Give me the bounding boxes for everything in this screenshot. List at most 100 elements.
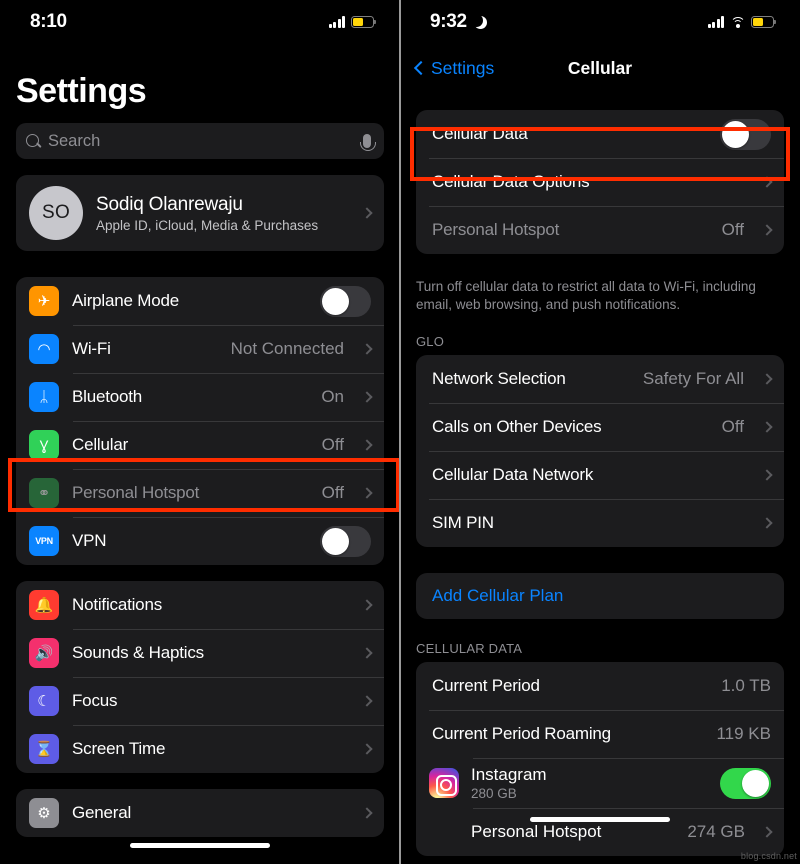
settings-row-general[interactable]: ⚙ General <box>16 789 384 837</box>
row-label: Personal Hotspot <box>432 220 560 239</box>
row-label: SIM PIN <box>432 513 494 533</box>
row-label: Notifications <box>72 595 162 614</box>
speaker-icon: 🔊 <box>29 638 59 668</box>
row-value: 274 GB <box>687 822 745 842</box>
settings-row-cellular-data[interactable]: Cellular Data <box>416 110 784 158</box>
settings-row-notifications[interactable]: 🔔 Notifications <box>16 581 384 629</box>
navigation-bar: Settings Cellular <box>400 44 800 92</box>
back-button[interactable]: Settings <box>413 57 495 79</box>
chevron-right-icon <box>361 599 373 611</box>
row-value: Off <box>321 483 344 502</box>
row-label: Current Period Roaming <box>432 724 611 744</box>
chevron-right-icon <box>761 224 773 236</box>
toggle-switch[interactable] <box>320 525 371 557</box>
avatar: SO <box>29 186 83 240</box>
chevron-right-icon <box>361 439 373 451</box>
settings-row-personal-hotspot[interactable]: ⚭ Personal Hotspot Off <box>16 469 384 517</box>
home-indicator <box>530 817 670 822</box>
vpn-icon: VPN <box>29 526 59 556</box>
chevron-right-icon <box>761 176 773 188</box>
wifi-icon: ◠ <box>29 334 59 364</box>
row-label: Cellular Data Network <box>432 465 594 485</box>
cellular-data-section-header: CELLULAR DATA <box>416 641 523 657</box>
settings-row-wi-fi[interactable]: ◠ Wi-Fi Not Connected <box>16 325 384 373</box>
app-data-row[interactable]: Personal Hotspot 274 GB <box>416 808 784 856</box>
app-name: Instagram <box>471 765 547 785</box>
status-bar-left: 8:10 <box>0 0 400 44</box>
settings-row-network-selection[interactable]: Network Selection Safety For All <box>416 355 784 403</box>
row-label: Airplane Mode <box>72 291 180 310</box>
wifi-icon <box>730 16 745 28</box>
moon-icon: ☾ <box>29 686 59 716</box>
row-label: Personal Hotspot <box>72 483 200 502</box>
watermark: blog.csdn.net <box>740 851 797 861</box>
add-cellular-plan-button[interactable]: Add Cellular Plan <box>416 573 784 619</box>
row-label: Cellular <box>72 435 129 454</box>
settings-row-vpn[interactable]: VPN VPN <box>16 517 384 565</box>
hourglass-icon: ⌛ <box>29 734 59 764</box>
row-label: Network Selection <box>432 369 566 389</box>
status-bar-right: 9:32 <box>400 0 800 44</box>
crescent-moon-icon <box>469 13 487 29</box>
row-label: Screen Time <box>72 739 166 758</box>
chevron-right-icon <box>761 421 773 434</box>
chevron-right-icon <box>361 695 373 707</box>
app-data-row[interactable]: Instagram 280 GB <box>416 758 784 808</box>
hotspot-icon: ⚭ <box>29 478 59 508</box>
profile-subtitle: Apple ID, iCloud, Media & Purchases <box>96 217 319 233</box>
row-value: Off <box>321 435 344 454</box>
connectivity-group: ✈ Airplane Mode ◠ Wi-Fi Not Connected ᛦ Blueto… <box>16 277 384 565</box>
settings-row-cellular[interactable]: Ɣ Cellular Off <box>16 421 384 469</box>
page-title: Settings <box>16 72 147 110</box>
row-label: Wi-Fi <box>72 339 111 358</box>
row-label: Calls on Other Devices <box>432 417 602 437</box>
chevron-right-icon <box>361 207 373 219</box>
search-input[interactable]: Search <box>16 123 384 159</box>
toggle-switch[interactable] <box>320 285 371 317</box>
row-value: Off <box>721 417 744 437</box>
chevron-right-icon <box>761 469 773 482</box>
apple-id-card[interactable]: SO Sodiq Olanrewaju Apple ID, iCloud, Me… <box>16 175 384 251</box>
general-group-partial: ⚙ General <box>16 789 384 837</box>
status-time: 8:10 <box>30 11 67 32</box>
settings-row-bluetooth[interactable]: ᛦ Bluetooth On <box>16 373 384 421</box>
toggle-switch[interactable] <box>720 118 771 150</box>
chevron-right-icon <box>361 647 373 659</box>
dual-phone-screenshot: 8:10 Settings Search SO Sodiq Olanrewaju… <box>0 0 800 864</box>
row-label: Bluetooth <box>72 387 143 406</box>
back-button-label: Settings <box>431 57 495 78</box>
cellular-signal-icon <box>328 16 345 28</box>
settings-row-personal-hotspot[interactable]: Personal Hotspot Off <box>416 206 784 254</box>
settings-row-calls-on-other-devices[interactable]: Calls on Other Devices Off <box>416 403 784 451</box>
status-time: 9:32 <box>430 11 467 32</box>
row-value: 119 KB <box>716 724 771 744</box>
bell-icon: 🔔 <box>29 590 59 620</box>
bluetooth-icon: ᛦ <box>29 382 59 412</box>
app-name: Personal Hotspot <box>471 822 602 842</box>
settings-row-sounds-haptics[interactable]: 🔊 Sounds & Haptics <box>16 629 384 677</box>
gear-icon: ⚙ <box>29 798 59 828</box>
cellular-settings-screen: 9:32 Settings Cellular Cellular Data Cell… <box>400 0 800 864</box>
settings-row-focus[interactable]: ☾ Focus <box>16 677 384 725</box>
settings-row-airplane-mode[interactable]: ✈ Airplane Mode <box>16 277 384 325</box>
add-cellular-plan-label: Add Cellular Plan <box>432 586 564 606</box>
row-value: Safety For All <box>642 369 744 389</box>
toggle-switch[interactable] <box>720 767 771 799</box>
row-value: Off <box>721 220 744 239</box>
usage-row-current-period: Current Period 1.0 TB <box>416 662 784 710</box>
row-label: VPN <box>72 531 107 550</box>
row-label: Cellular Data Options <box>432 172 590 191</box>
row-label: Current Period <box>432 676 540 696</box>
usage-row-current-period-roaming: Current Period Roaming 119 KB <box>416 710 784 758</box>
settings-row-sim-pin[interactable]: SIM PIN <box>416 499 784 547</box>
microphone-icon[interactable] <box>359 134 376 151</box>
chevron-right-icon <box>361 743 373 755</box>
settings-row-cellular-data-options[interactable]: Cellular Data Options <box>416 158 784 206</box>
airplane-icon: ✈ <box>29 286 59 316</box>
cellular-data-usage-group: Current Period 1.0 TB Current Period Roami… <box>416 662 784 857</box>
settings-row-cellular-data-network[interactable]: Cellular Data Network <box>416 451 784 499</box>
cellular-signal-icon <box>707 16 724 28</box>
cellular-antenna-icon: Ɣ <box>29 430 59 460</box>
battery-icon <box>751 16 777 28</box>
settings-row-screen-time[interactable]: ⌛ Screen Time <box>16 725 384 773</box>
